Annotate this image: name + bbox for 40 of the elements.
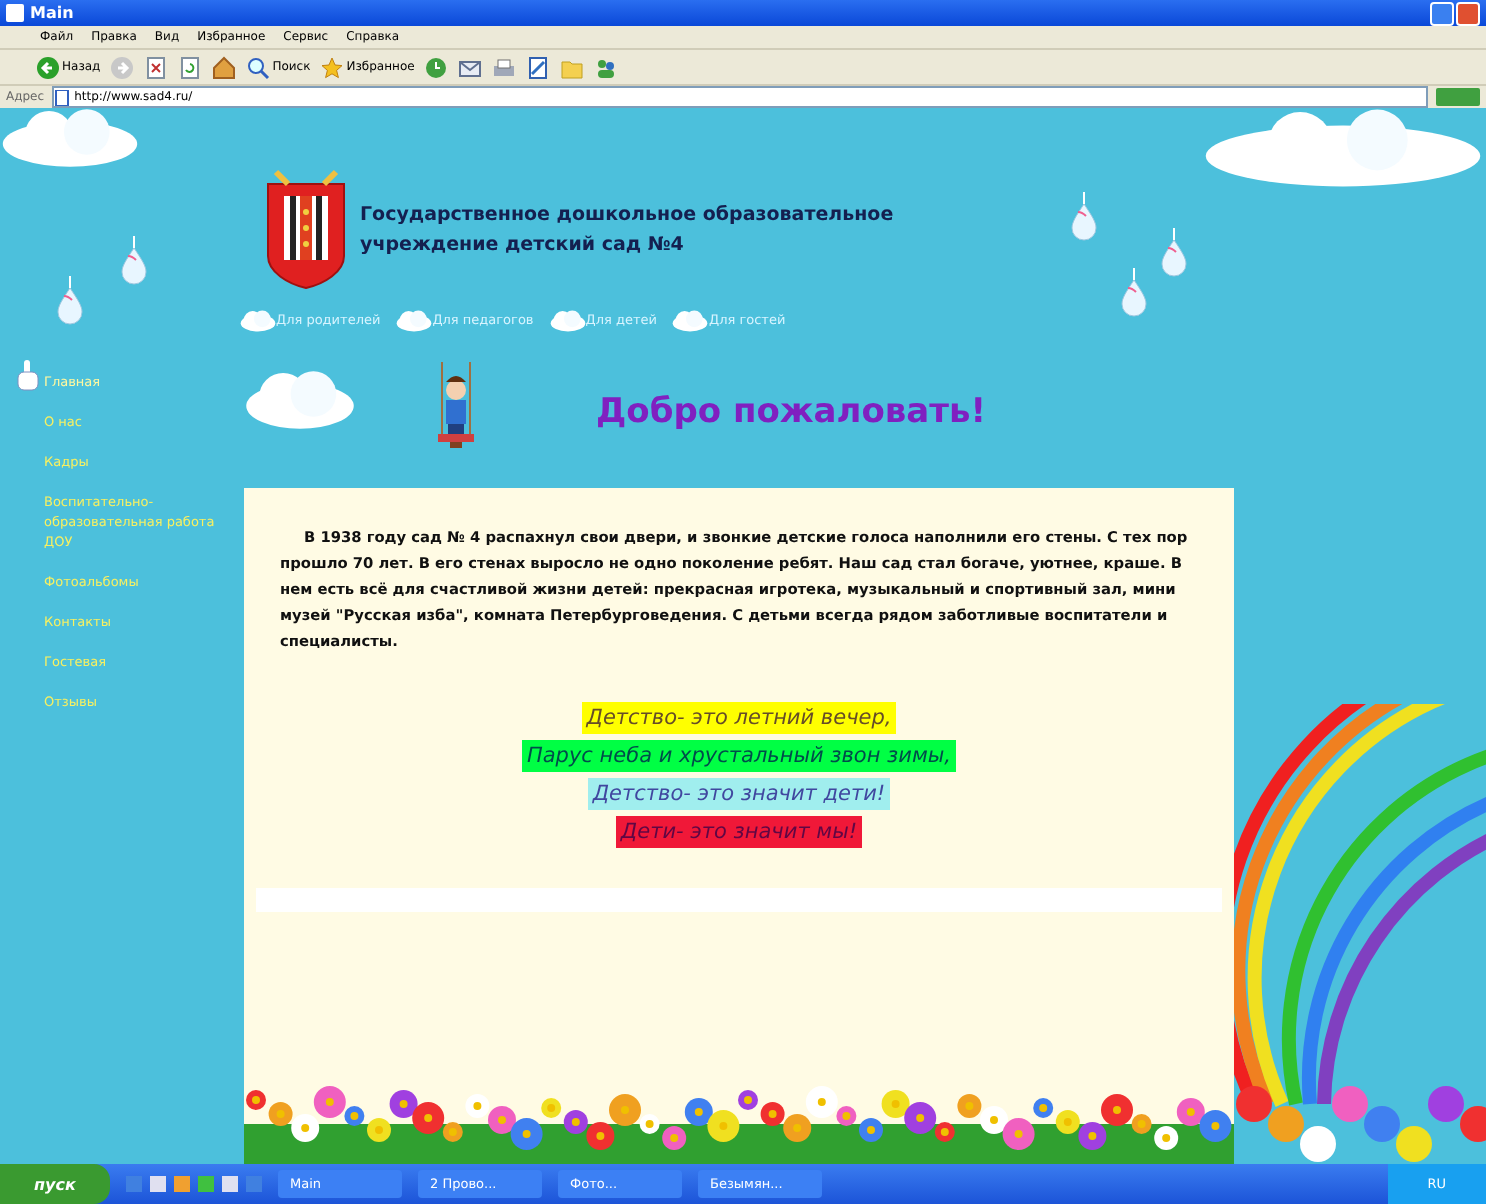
cloud-icon xyxy=(240,309,276,331)
folder-icon xyxy=(560,55,585,79)
site-title: Государственное дошкольное образовательное учреждение детский сад №4 xyxy=(360,202,896,260)
stop-button[interactable] xyxy=(144,55,169,79)
browser-icon xyxy=(6,4,24,22)
clock-icon xyxy=(424,55,449,79)
envelope-icon xyxy=(458,55,483,79)
history-button[interactable] xyxy=(424,55,449,79)
edit-button[interactable] xyxy=(526,55,551,79)
cloud-icon xyxy=(549,309,586,331)
cloud-drawing xyxy=(0,108,140,168)
mail-button[interactable] xyxy=(458,55,483,79)
print-icon xyxy=(492,55,517,79)
messenger-button[interactable] xyxy=(594,55,619,79)
home-button[interactable] xyxy=(212,55,237,79)
pencil-icon xyxy=(526,55,551,79)
start-button[interactable]: пуск xyxy=(0,1164,110,1204)
raindrop-drawing xyxy=(1120,268,1148,318)
star-icon xyxy=(320,55,345,79)
welcome-heading: Добро пожаловать! xyxy=(596,392,986,432)
minimize-button[interactable] xyxy=(1430,1,1454,25)
close-button[interactable] xyxy=(1456,1,1480,25)
cloud-drawing xyxy=(244,370,356,430)
home-icon xyxy=(212,55,237,79)
raindrop-drawing xyxy=(120,236,148,286)
refresh-button[interactable] xyxy=(178,55,203,79)
window-title: Main xyxy=(30,4,76,22)
print-button[interactable] xyxy=(492,55,517,79)
forward-button[interactable] xyxy=(110,55,135,79)
cloud-icon xyxy=(396,309,433,331)
raindrop-drawing xyxy=(1070,192,1098,242)
back-icon xyxy=(36,55,60,79)
page-icon xyxy=(178,55,203,79)
cloud-icon xyxy=(672,309,709,331)
raindrop-drawing xyxy=(56,276,84,326)
people-icon xyxy=(594,55,619,79)
page-icon xyxy=(144,55,169,79)
search-icon xyxy=(246,55,271,79)
forward-icon xyxy=(110,55,135,79)
raindrop-drawing xyxy=(1160,228,1188,278)
